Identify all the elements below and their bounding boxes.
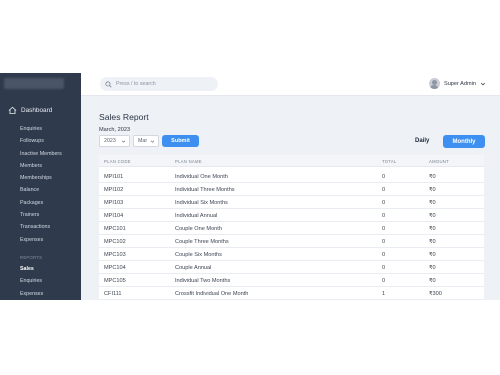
sidebar-item-transactions[interactable]: Transactions: [20, 224, 50, 230]
plan-code-cell: CFI111: [104, 291, 122, 297]
plan-code-cell: MPI101: [104, 174, 124, 180]
sidebar-item-members[interactable]: Members: [20, 163, 42, 169]
table-header: PLAN CODE PLAN NAME TOTAL AMOUNT: [99, 155, 484, 167]
search-input[interactable]: [116, 81, 216, 87]
amount-cell: ₹0: [429, 187, 436, 193]
sidebar-item-label: Dashboard: [21, 106, 53, 114]
search-bar[interactable]: [100, 77, 218, 91]
plan-code-cell: MPC105: [104, 278, 126, 284]
amount-cell: ₹0: [429, 200, 436, 206]
total-cell: 0: [382, 174, 386, 180]
plan-name-cell: Couple Annual: [175, 265, 212, 271]
plan-code-cell: MPI104: [104, 213, 124, 219]
amount-cell: ₹0: [429, 213, 436, 219]
sidebar-item-expenses[interactable]: Expenses: [20, 237, 43, 243]
plan-name-cell: Individual Six Months: [175, 200, 228, 206]
sidebar-item-enquiries[interactable]: Enquiries: [20, 126, 42, 132]
total-cell: 0: [382, 226, 386, 232]
user-name: Super Admin: [443, 80, 476, 87]
chevron-down-icon: [480, 82, 486, 85]
amount-cell: ₹0: [429, 265, 436, 271]
total-cell: 0: [382, 278, 386, 284]
table-row: MPC103 Couple Six Months 0 ₹0: [99, 248, 484, 261]
sidebar-item-followups[interactable]: Followups: [20, 138, 44, 144]
table-row: MPC101 Couple One Month 0 ₹0: [99, 222, 484, 235]
month-select[interactable]: Mar: [133, 135, 159, 147]
table-row: MPI104 Individual Annual 0 ₹0: [99, 209, 484, 222]
brand-logo: [4, 78, 64, 89]
plan-code-cell: MPC103: [104, 252, 126, 258]
total-cell: 0: [382, 213, 386, 219]
plan-name-cell: Couple Six Months: [175, 252, 222, 258]
sidebar-item-inactive-members[interactable]: Inactive Members: [20, 151, 62, 157]
page-title: Sales Report: [99, 112, 149, 122]
search-icon: [105, 80, 112, 88]
year-select[interactable]: 2023: [99, 135, 130, 147]
plan-code-cell: MPI102: [104, 187, 124, 193]
chevron-down-icon: [150, 140, 155, 143]
monthly-toggle[interactable]: Monthly: [443, 135, 485, 148]
sidebar-item-memberships[interactable]: Memberships: [20, 175, 52, 181]
total-cell: 0: [382, 239, 386, 245]
plan-name-cell: Individual Two Months: [175, 278, 231, 284]
home-icon: [8, 106, 17, 115]
daily-toggle[interactable]: Daily: [415, 138, 429, 144]
column-header-plan-name: PLAN NAME: [175, 159, 202, 164]
sidebar-item-balance[interactable]: Balance: [20, 187, 39, 193]
total-cell: 0: [382, 265, 386, 271]
table-row: MPC105 Individual Two Months 0 ₹0: [99, 274, 484, 287]
sidebar-item-report-expenses[interactable]: Expenses: [20, 291, 43, 297]
amount-cell: ₹0: [429, 226, 436, 232]
column-header-amount: AMOUNT: [429, 159, 449, 164]
plan-name-cell: Individual Annual: [175, 213, 218, 219]
plan-code-cell: MPI103: [104, 200, 124, 206]
column-header-plan-code: PLAN CODE: [104, 159, 131, 164]
amount-cell: ₹300: [429, 291, 442, 297]
sidebar-item-trainers[interactable]: Trainers: [20, 212, 39, 218]
amount-cell: ₹0: [429, 174, 436, 180]
plan-code-cell: MPC102: [104, 239, 126, 245]
table-row: CFI111 Crossfit Individual One Month 1 ₹…: [99, 287, 484, 300]
plan-name-cell: Couple Three Months: [175, 239, 229, 245]
submit-button[interactable]: Submit: [162, 135, 199, 147]
sidebar-item-sales[interactable]: Sales: [20, 266, 34, 272]
sales-table: PLAN CODE PLAN NAME TOTAL AMOUNT MPI101 …: [99, 155, 484, 300]
plan-code-cell: MPC104: [104, 265, 126, 271]
total-cell: 0: [382, 187, 386, 193]
total-cell: 0: [382, 252, 386, 258]
sidebar-item-packages[interactable]: Packages: [20, 200, 43, 206]
chevron-down-icon: [121, 140, 126, 143]
amount-cell: ₹0: [429, 278, 436, 284]
table-row: MPI103 Individual Six Months 0 ₹0: [99, 196, 484, 209]
sidebar-item-dashboard[interactable]: Dashboard: [0, 101, 81, 119]
table-row: MPI101 Individual One Month 0 ₹0: [99, 170, 484, 183]
month-select-value: Mar: [138, 138, 148, 144]
total-cell: 1: [382, 291, 386, 297]
user-menu[interactable]: Super Admin: [428, 78, 486, 89]
plan-name-cell: Crossfit Individual One Month: [175, 291, 249, 297]
total-cell: 0: [382, 200, 386, 206]
sidebar-section-reports: REPORTS: [20, 255, 43, 260]
plan-name-cell: Couple One Month: [175, 226, 222, 232]
plan-name-cell: Individual Three Months: [175, 187, 235, 193]
table-row: MPI102 Individual Three Months 0 ₹0: [99, 183, 484, 196]
plan-code-cell: MPC101: [104, 226, 126, 232]
table-row: MPC104 Couple Annual 0 ₹0: [99, 261, 484, 274]
column-header-total: TOTAL: [382, 159, 397, 164]
selected-month-label: March, 2023: [99, 127, 131, 133]
table-row: MPC102 Couple Three Months 0 ₹0: [99, 235, 484, 248]
avatar: [428, 78, 440, 89]
sidebar: Dashboard Enquiries Followups Inactive M…: [0, 73, 81, 300]
sidebar-item-report-enquiries[interactable]: Enquiries: [20, 278, 42, 284]
plan-name-cell: Individual One Month: [175, 174, 228, 180]
year-select-value: 2023: [104, 138, 116, 144]
amount-cell: ₹0: [429, 252, 436, 258]
bottom-margin: [0, 300, 500, 375]
amount-cell: ₹0: [429, 239, 436, 245]
topbar: Super Admin: [81, 73, 500, 96]
